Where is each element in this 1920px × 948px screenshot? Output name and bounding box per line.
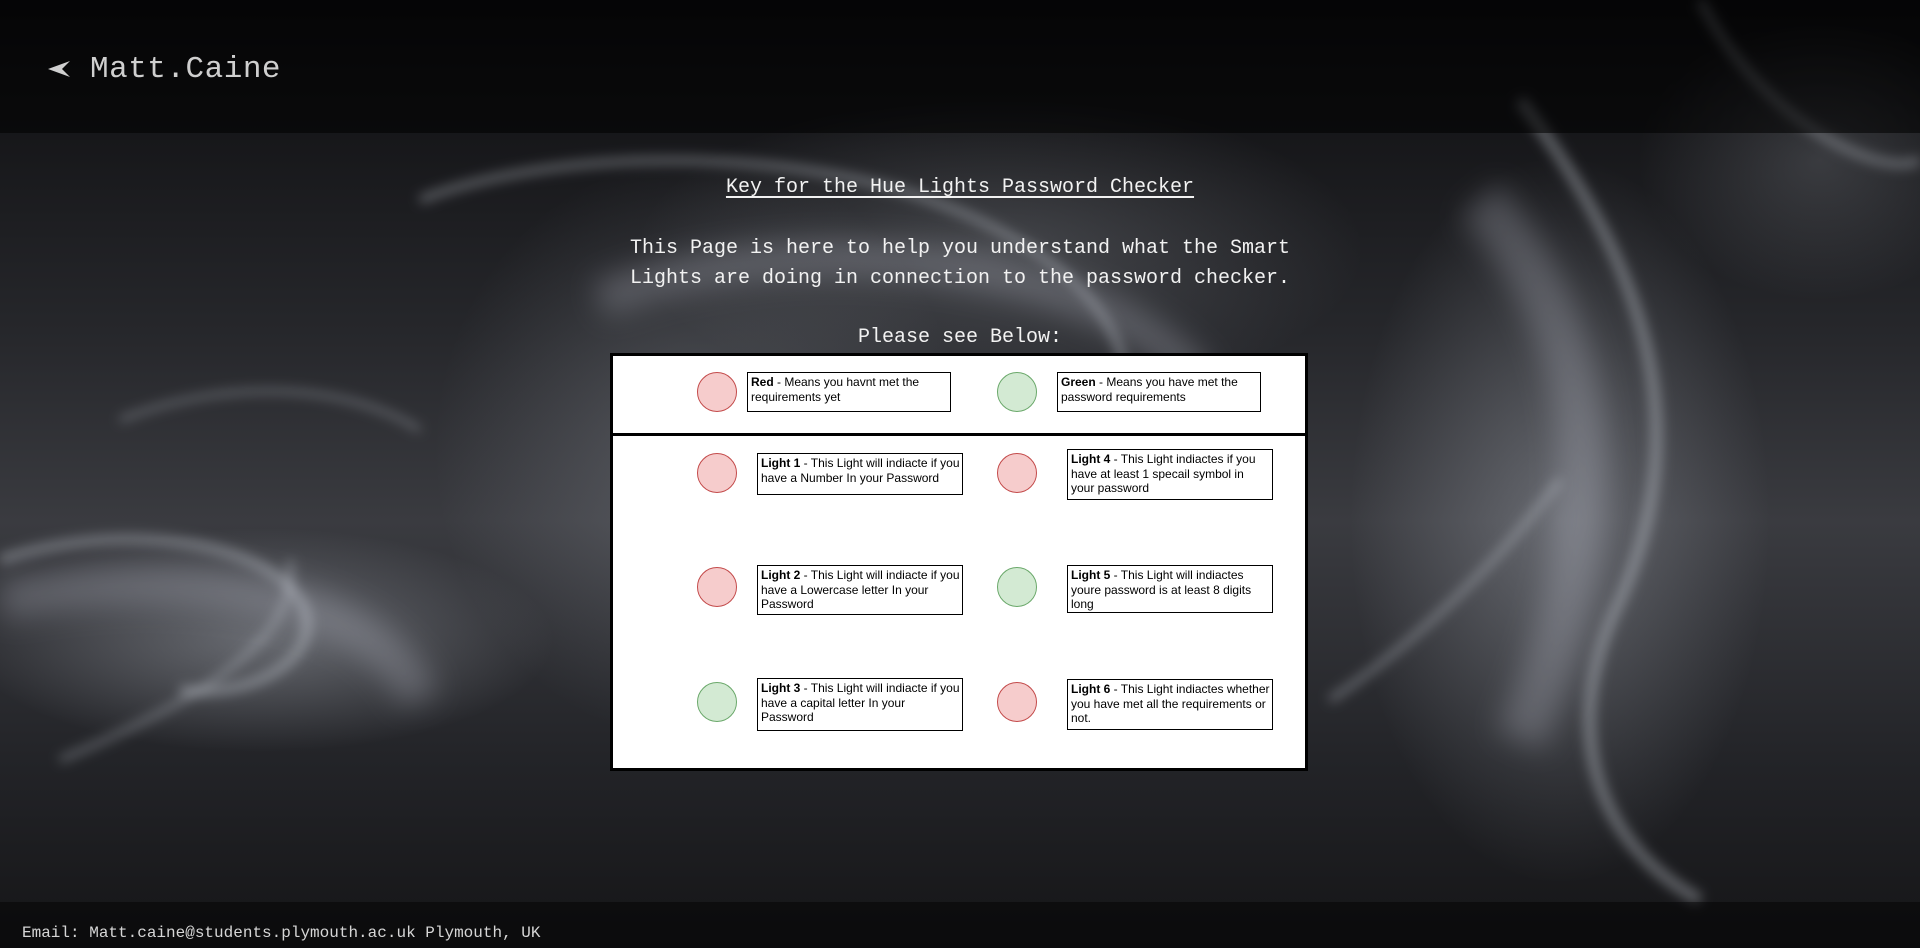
- back-home-link[interactable]: Matt.Caine: [46, 52, 281, 87]
- page-title: Key for the Hue Lights Password Checker: [725, 176, 1195, 199]
- light-1-description: Light 1 - This Light will indiacte if yo…: [757, 453, 963, 495]
- light-2-label: Light 2: [761, 568, 801, 582]
- light-5-label: Light 5: [1071, 568, 1111, 582]
- legend-red-light: [697, 372, 737, 412]
- legend-row: Red - Means you havnt met the requiremen…: [613, 356, 1305, 436]
- legend-green-light: [997, 372, 1037, 412]
- light-5-description: Light 5 - This Light will indiactes your…: [1067, 565, 1273, 613]
- site-header: Matt.Caine: [0, 0, 1920, 133]
- light-4-label: Light 4: [1071, 452, 1111, 466]
- key-panel: Red - Means you havnt met the requiremen…: [610, 353, 1308, 771]
- brand-name: Matt.Caine: [90, 52, 282, 87]
- legend-red-label: Red: [751, 375, 774, 389]
- light-6-indicator: [997, 682, 1037, 722]
- legend-green-description: Green - Means you have met the password …: [1057, 372, 1261, 412]
- light-3-label: Light 3: [761, 681, 801, 695]
- light-1-label: Light 1: [761, 456, 801, 470]
- light-2-indicator: [697, 567, 737, 607]
- light-1-indicator: [697, 453, 737, 493]
- legend-red-text: - Means you havnt met the requirements y…: [751, 375, 920, 404]
- chevron-left-icon: [48, 60, 70, 77]
- light-4-description: Light 4 - This Light indiactes if you ha…: [1067, 449, 1273, 500]
- light-4-indicator: [997, 453, 1037, 493]
- light-3-indicator: [697, 682, 737, 722]
- light-2-description: Light 2 - This Light will indiacte if yo…: [757, 565, 963, 615]
- site-footer: Email: Matt.caine@students.plymouth.ac.u…: [0, 902, 1920, 948]
- see-below-text: Please see Below:: [857, 326, 1063, 349]
- light-5-indicator: [997, 567, 1037, 607]
- light-6-label: Light 6: [1071, 682, 1111, 696]
- intro-text: This Page is here to help you understand…: [629, 237, 1291, 290]
- light-3-description: Light 3 - This Light will indiacte if yo…: [757, 678, 963, 731]
- legend-green-label: Green: [1061, 375, 1096, 389]
- legend-red-description: Red - Means you havnt met the requiremen…: [747, 372, 951, 412]
- footer-contact: Email: Matt.caine@students.plymouth.ac.u…: [22, 924, 541, 942]
- light-6-description: Light 6 - This Light indiactes whether y…: [1067, 679, 1273, 730]
